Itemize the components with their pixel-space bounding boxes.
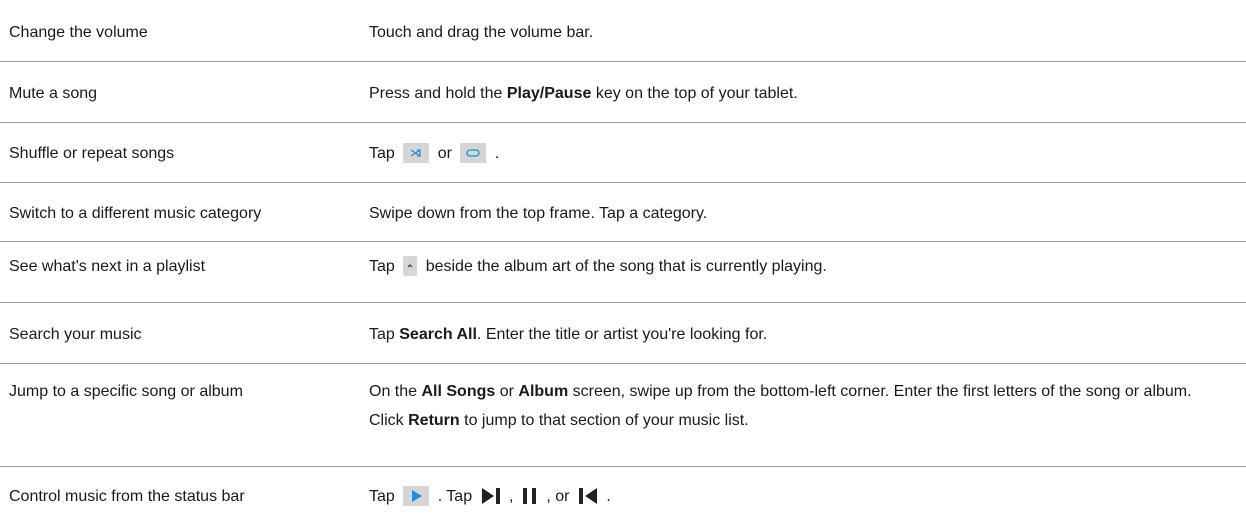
task-label: Mute a song bbox=[9, 85, 98, 102]
description-text: . Tap bbox=[433, 488, 477, 505]
task-description: Press and hold the Play/Pause key on the… bbox=[369, 62, 1246, 122]
up-arrow-icon bbox=[403, 255, 418, 276]
table-row: See what's next in a playlist Tap beside … bbox=[0, 242, 1246, 303]
music-tasks-table: Change the volume Touch and drag the volu… bbox=[0, 0, 1246, 525]
ui-term: All Songs bbox=[421, 383, 496, 400]
ui-term: Album bbox=[518, 383, 569, 400]
table-row: Change the volume Touch and drag the volu… bbox=[0, 0, 1246, 62]
task-label: Switch to a different music category bbox=[9, 205, 262, 222]
table-row: Jump to a specific song or album On the A… bbox=[0, 364, 1246, 467]
task-description: Tap . Tap , , or . bbox=[369, 467, 1246, 525]
task-description: On the All Songs or Album screen, swipe … bbox=[369, 364, 1246, 466]
task-label: Control music from the status bar bbox=[9, 488, 245, 505]
play-status-icon bbox=[403, 485, 430, 506]
description-text: , bbox=[504, 488, 518, 505]
task-label: Change the volume bbox=[9, 24, 148, 41]
description-text: to jump to that section of your music li… bbox=[459, 412, 749, 429]
table-row: Mute a song Press and hold the Play/Pause… bbox=[0, 62, 1246, 123]
repeat-icon bbox=[460, 142, 487, 163]
task-label: Shuffle or repeat songs bbox=[9, 145, 175, 162]
description-text: Tap bbox=[369, 488, 400, 505]
description-text: or bbox=[433, 145, 457, 162]
table-row: Control music from the status bar Tap . T… bbox=[0, 467, 1246, 525]
task-description: Touch and drag the volume bar. bbox=[369, 0, 1246, 61]
task-label: See what's next in a playlist bbox=[9, 258, 206, 275]
description-text: , or bbox=[541, 488, 574, 505]
description-text: On the bbox=[369, 383, 422, 400]
description-text: Tap bbox=[369, 326, 400, 343]
previous-track-icon bbox=[578, 487, 598, 505]
next-track-icon bbox=[481, 487, 501, 505]
description-text: key on the top of your tablet. bbox=[591, 85, 798, 102]
task-description: Tap beside the album art of the song tha… bbox=[369, 242, 1246, 302]
description-text: Swipe down from the top frame. Tap a cat… bbox=[369, 205, 708, 222]
description-text: . bbox=[601, 488, 611, 505]
description-text: or bbox=[495, 383, 519, 400]
description-text: Touch and drag the volume bar. bbox=[369, 24, 594, 41]
ui-term: Search All bbox=[399, 326, 477, 343]
task-description: Tap Search All. Enter the title or artis… bbox=[369, 303, 1246, 363]
description-text: Tap bbox=[369, 145, 400, 162]
table-row: Shuffle or repeat songs Tap or . bbox=[0, 123, 1246, 183]
ui-term: Return bbox=[408, 412, 460, 429]
pause-icon bbox=[522, 487, 538, 505]
task-label: Jump to a specific song or album bbox=[9, 383, 243, 400]
description-text: . Enter the title or artist you're looki… bbox=[476, 326, 768, 343]
description-text: . bbox=[490, 145, 500, 162]
table-row: Search your music Tap Search All. Enter t… bbox=[0, 303, 1246, 364]
table-row: Switch to a different music category Swip… bbox=[0, 183, 1246, 242]
description-text: beside the album art of the song that is… bbox=[421, 258, 827, 275]
task-label: Search your music bbox=[9, 326, 142, 343]
description-text: Tap bbox=[369, 258, 400, 275]
shuffle-icon bbox=[403, 142, 430, 163]
ui-term: Play/Pause bbox=[506, 85, 592, 102]
description-text: Press and hold the bbox=[369, 85, 507, 102]
task-description: Swipe down from the top frame. Tap a cat… bbox=[369, 183, 1246, 241]
task-description: Tap or . bbox=[369, 123, 1246, 182]
